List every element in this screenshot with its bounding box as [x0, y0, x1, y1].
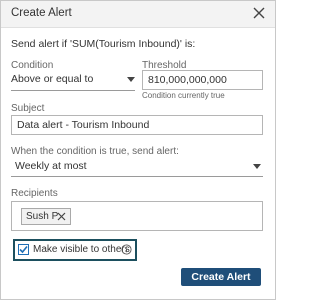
visibility-label: Make visible to others	[33, 244, 130, 255]
condition-select[interactable]: Above or equal to	[11, 71, 135, 89]
subject-input[interactable]: Data alert - Tourism Inbound	[11, 115, 263, 135]
checkmark-icon	[19, 245, 28, 254]
condition-value: Above or equal to	[11, 73, 94, 85]
create-alert-dialog: Create Alert Send alert if 'SUM(Tourism …	[0, 0, 276, 300]
visibility-option: Make visible to others	[13, 239, 137, 261]
frequency-label: When the condition is true, send alert:	[11, 146, 179, 157]
dialog-titlebar: Create Alert	[1, 1, 275, 28]
recipient-name: Sush P	[26, 211, 59, 222]
alert-description: Send alert if 'SUM(Tourism Inbound)' is:	[11, 38, 196, 50]
threshold-input[interactable]: 810,000,000,000	[142, 70, 263, 90]
recipient-chip: Sush P	[21, 208, 71, 225]
condition-underline	[11, 90, 135, 91]
info-icon[interactable]	[121, 244, 132, 255]
recipients-label: Recipients	[11, 188, 58, 199]
dialog-title: Create Alert	[11, 7, 72, 19]
frequency-select[interactable]: Weekly at most	[11, 158, 263, 176]
remove-recipient-icon[interactable]	[57, 212, 66, 221]
frequency-underline	[11, 176, 263, 177]
chevron-down-icon	[127, 77, 135, 82]
close-icon[interactable]	[251, 5, 267, 21]
frequency-value: Weekly at most	[15, 160, 87, 172]
visibility-checkbox[interactable]	[18, 244, 29, 255]
threshold-hint: Condition currently true	[142, 91, 225, 100]
subject-value: Data alert - Tourism Inbound	[17, 119, 150, 131]
condition-label: Condition	[11, 60, 54, 71]
chevron-down-icon	[253, 164, 261, 169]
subject-label: Subject	[11, 103, 45, 114]
threshold-value: 810,000,000,000	[148, 74, 227, 86]
create-alert-button[interactable]: Create Alert	[181, 268, 261, 286]
